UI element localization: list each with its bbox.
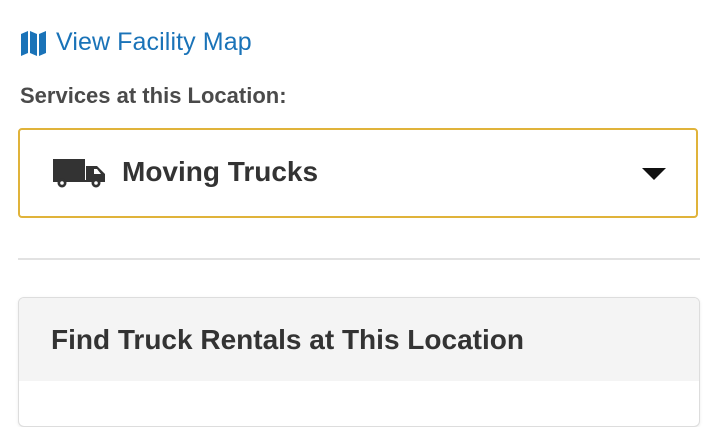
service-select-dropdown[interactable]: Moving Trucks [18, 128, 698, 218]
view-facility-map-link[interactable]: View Facility Map [20, 28, 252, 57]
services-label: Services at this Location: [20, 83, 287, 108]
selected-service-label: Moving Trucks [122, 156, 319, 187]
section-divider [18, 258, 700, 260]
truck-icon [53, 158, 109, 188]
truck-rentals-title: Find Truck Rentals at This Location [51, 323, 524, 355]
view-facility-map-label: View Facility Map [56, 28, 252, 56]
truck-rentals-card-header: Find Truck Rentals at This Location [19, 298, 699, 381]
map-icon [20, 29, 48, 57]
chevron-down-icon [642, 168, 666, 180]
truck-rentals-card: Find Truck Rentals at This Location [18, 297, 700, 427]
